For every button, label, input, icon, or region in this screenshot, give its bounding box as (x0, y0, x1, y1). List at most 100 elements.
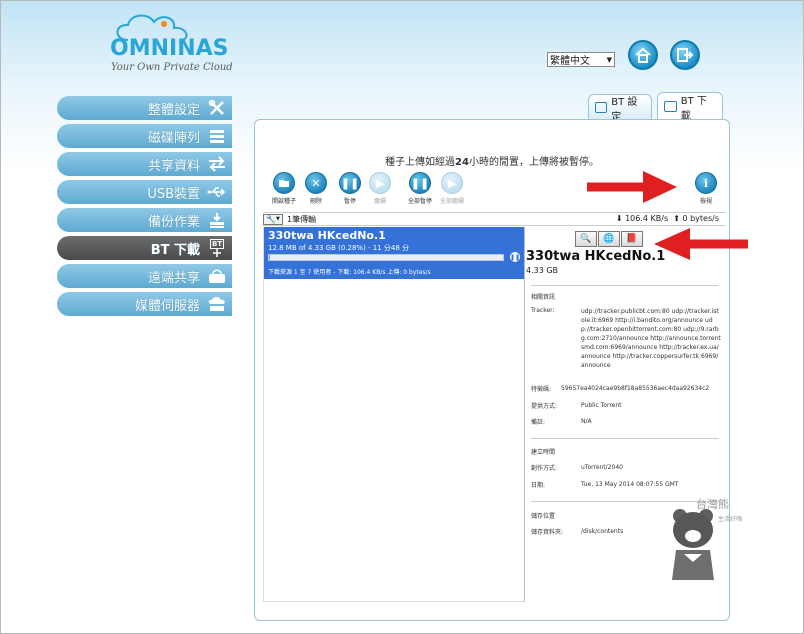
provider-value: Public Torrent (581, 402, 622, 409)
peers-view-button[interactable]: 🌐 (598, 231, 620, 247)
sidebar-item-usb[interactable]: USB裝置 (57, 180, 232, 204)
pause-all-label: 全部暫停 (407, 198, 432, 205)
bt-badge: BT (209, 239, 225, 249)
pause-icon: ❚❚ (509, 253, 521, 261)
red-arrow-detail-annotation (654, 228, 748, 260)
section-created-title: 建立時間 (531, 449, 556, 456)
sidebar-item-bt-download[interactable]: BT 下載 BT (57, 236, 232, 260)
open-seed-button[interactable]: 開啟種子 (269, 172, 299, 205)
section-divider (531, 438, 719, 439)
sidebar-item-label: 遠端共享 (147, 270, 200, 286)
media-server-icon (206, 295, 228, 313)
resume-label: 繼續 (373, 198, 386, 205)
pause-all-button[interactable]: ❚❚ 全部暫停 (405, 172, 435, 205)
close-icon: ✕ (305, 172, 327, 194)
sidebar-item-remote-share[interactable]: 遠端共享 (57, 264, 232, 288)
red-arrow-info-annotation (587, 171, 677, 203)
remote-share-icon (206, 267, 228, 285)
logout-icon (677, 48, 694, 62)
sidebar-menu: 整體設定 磁碟陣列 共享資料 USB裝置 備份作業 BT 下載 BT 遠端共享 … (57, 96, 232, 320)
detail-torrent-name: 330twa HKcedNo.1 (526, 249, 666, 264)
sidebar-item-label: 共享資料 (147, 158, 200, 174)
torrent-pause-button[interactable]: ❚❚ (510, 252, 520, 262)
tracker-value: udp://tracker.publicbt.com:80 udp://trac… (581, 308, 721, 369)
sidebar-item-shared-data[interactable]: 共享資料 (57, 152, 232, 176)
magnifier-icon: 🔍 (580, 234, 592, 244)
logout-button[interactable] (670, 40, 700, 70)
download-speed: 106.4 KB/s (625, 214, 669, 223)
transfer-count: 1筆傳輸 (287, 214, 317, 224)
sidebar-item-backup[interactable]: 備份作業 (57, 208, 232, 232)
speed-readout: ⬇ 106.4 KB/s ⬆ 0 bytes/s (616, 214, 719, 223)
wrench-icon: 🔧 (266, 214, 277, 224)
tab-bt-download[interactable]: BT 下載 (657, 92, 723, 122)
pause-button[interactable]: ❚❚ 暫停 (335, 172, 365, 205)
sidebar-item-disk-array[interactable]: 磁碟陣列 (57, 124, 232, 148)
open-seed-label: 開啟種子 (271, 198, 296, 205)
download-arrow-icon: ⬇ (615, 214, 623, 223)
date-row: 日期: Tue, 13 May 2014 08:07:55 GMT (531, 480, 721, 489)
settings-dropdown[interactable]: 🔧 ▼ (263, 213, 283, 225)
home-button[interactable] (628, 40, 658, 70)
home-icon (635, 47, 651, 63)
resume-all-button[interactable]: ▶ 全部繼續 (437, 172, 467, 205)
upload-arrow-icon: ⬆ (673, 214, 680, 223)
monitor-icon (664, 101, 677, 112)
remove-label: 刪除 (309, 198, 322, 205)
torrent-progress-fill (269, 255, 271, 260)
upload-speed: 0 bytes/s (682, 214, 719, 223)
sidebar-item-label: 媒體伺服器 (134, 298, 200, 314)
usb-icon (206, 183, 228, 201)
torrent-list: 330twa HKcedNo.1 12.8 MB of 4.33 GB (0.2… (263, 227, 525, 602)
chevron-down-icon: ▼ (606, 55, 612, 64)
hash-row: 特徵碼: 59657ea4024cae9b8f18a85536aec4daa92… (531, 384, 721, 393)
sidebar-item-label: 磁碟陣列 (147, 130, 200, 146)
details-view-button[interactable]: 🔍 (575, 231, 597, 247)
brand-tagline: Your Own Private Cloud (111, 62, 233, 73)
view-info-label: 檢視 (699, 198, 712, 205)
tab-bt-settings[interactable]: BT 設定 (588, 94, 652, 123)
sidebar-item-general-settings[interactable]: 整體設定 (57, 96, 232, 120)
pause-all-icon: ❚❚ (409, 172, 431, 194)
remove-button[interactable]: ✕ 刪除 (301, 172, 331, 205)
creator-value: uTorrent/2040 (581, 464, 623, 471)
torrent-row[interactable]: 330twa HKcedNo.1 12.8 MB of 4.33 GB (0.2… (264, 227, 524, 279)
folder-open-icon (273, 172, 295, 194)
monitor-icon (595, 102, 608, 113)
disk-array-icon (206, 127, 228, 145)
section-location-title: 儲存位置 (531, 513, 556, 520)
watermark-subtitle: 生活好嗨 (718, 516, 743, 523)
date-label: 日期: (531, 482, 546, 489)
torrent-progress-bar (268, 254, 504, 261)
torrent-progress-text: 12.8 MB of 4.33 GB (0.28%) - 11 分48 分 (268, 244, 410, 252)
backup-icon (206, 211, 228, 229)
play-all-icon: ▶ (441, 172, 463, 194)
language-select[interactable]: 繁體中文 ▼ (547, 52, 615, 67)
brand-name: OMNINAS (110, 36, 229, 61)
torrent-name: 330twa HKcedNo.1 (268, 229, 386, 242)
pause-label: 暫停 (343, 198, 356, 205)
sidebar-item-label: BT 下載 (150, 242, 200, 258)
chevron-down-icon: ▼ (276, 216, 280, 222)
view-info-button[interactable]: i 檢視 (691, 172, 721, 205)
files-view-button[interactable]: 📕 (621, 231, 643, 247)
sidebar-item-media-server[interactable]: 媒體伺服器 (57, 292, 232, 316)
date-value: Tue, 13 May 2014 08:07:55 GMT (581, 481, 679, 488)
hash-value: 59657ea4024cae9b8f18a85536aec4daa92634c2 (561, 385, 710, 392)
watermark-title: 台灣熊 (696, 498, 729, 511)
creator-row: 創作方式: uTorrent/2040 (531, 463, 721, 472)
language-value: 繁體中文 (550, 56, 590, 67)
globe-icon: 🌐 (603, 234, 615, 244)
idle-notice: 種子上傳如經過24小時的閒置，上傳將被暫停。 (255, 153, 729, 168)
status-strip: 🔧 ▼ 1筆傳輸 ⬇ 106.4 KB/s ⬆ 0 bytes/s (263, 212, 725, 226)
play-icon: ▶ (369, 172, 391, 194)
tab-label: BT 設定 (611, 96, 638, 123)
folder-label: 儲存資料夾: (531, 529, 564, 536)
hash-label: 特徵碼: (531, 386, 552, 393)
resume-button[interactable]: ▶ 繼續 (365, 172, 395, 205)
note-row: 備註: N/A (531, 417, 721, 426)
section-divider (531, 285, 719, 286)
tab-label: BT 下載 (680, 95, 707, 122)
notice-suffix: 小時的閒置，上傳將被暫停。 (468, 157, 599, 168)
provider-row: 提供方式: Public Torrent (531, 401, 721, 410)
